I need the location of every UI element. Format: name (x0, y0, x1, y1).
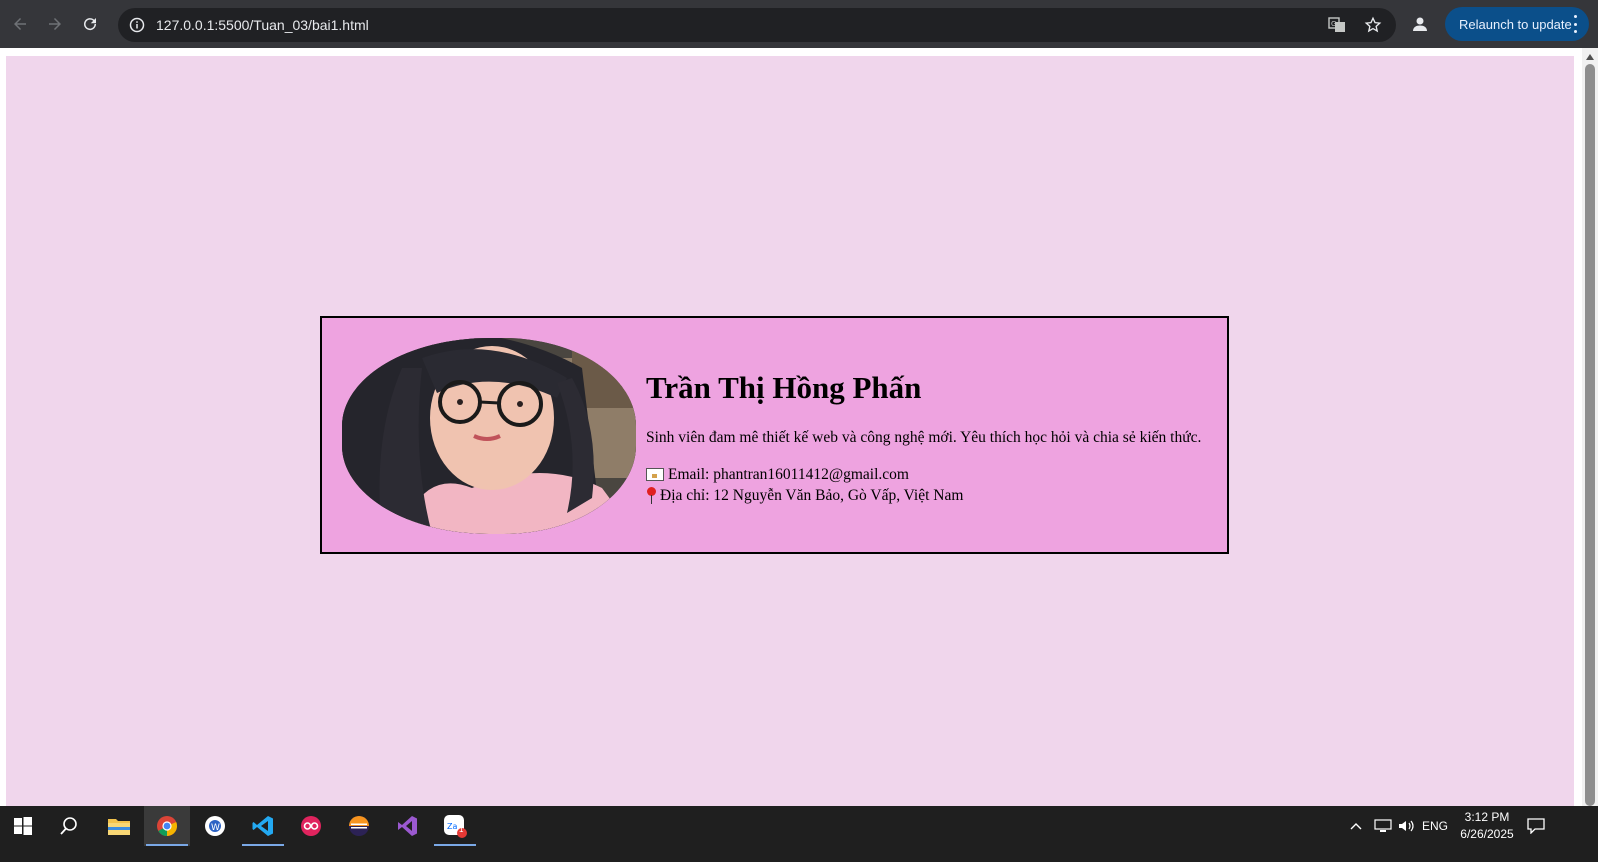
system-tray (1350, 806, 1362, 846)
app-w-icon: W (205, 816, 225, 836)
relaunch-label: Relaunch to update (1459, 16, 1572, 32)
search-button[interactable] (46, 806, 92, 846)
taskbar-file-explorer[interactable] (96, 806, 142, 846)
taskbar-app-w[interactable]: W (192, 806, 238, 846)
app-oo-icon (301, 816, 321, 836)
svg-text:G: G (1331, 20, 1336, 28)
chrome-icon (157, 816, 178, 837)
site-info-icon[interactable] (120, 8, 154, 42)
relaunch-button[interactable]: Relaunch to update (1445, 7, 1589, 41)
browser-toolbar: 127.0.0.1:5500/Tuan_03/bai1.html G Relau… (0, 0, 1598, 48)
profile-card: Trần Thị Hồng Phấn Sinh viên đam mê thiế… (320, 316, 1229, 554)
bookmark-star-icon[interactable] (1360, 12, 1386, 38)
notification-center-icon[interactable] (1527, 806, 1545, 846)
svg-text:Za: Za (447, 822, 457, 831)
reload-icon (84, 18, 97, 31)
scroll-up-arrow-icon[interactable] (1582, 50, 1598, 64)
zalo-badge: 1 (459, 825, 464, 834)
arrow-right-icon (49, 18, 61, 30)
reload-button[interactable] (78, 12, 102, 36)
taskbar-vscode[interactable] (240, 806, 286, 846)
taskbar-zalo[interactable]: Za 1 (432, 806, 478, 846)
language-indicator[interactable]: ENG (1422, 806, 1448, 846)
profile-info: Trần Thị Hồng Phấn Sinh viên đam mê thiế… (646, 368, 1216, 506)
taskbar-visual-studio[interactable] (384, 806, 430, 846)
address-line: Địa chỉ: 12 Nguyễn Văn Bảo, Gò Vấp, Việt… (646, 485, 1216, 506)
folder-icon (108, 819, 130, 835)
taskbar-clock[interactable]: 3:12 PM 6/26/2025 (1452, 809, 1522, 843)
taskbar-eclipse[interactable] (336, 806, 382, 846)
back-button[interactable] (8, 12, 32, 36)
windows-logo-icon (14, 817, 32, 835)
svg-text:W: W (211, 823, 220, 833)
chevron-up-icon[interactable] (1350, 822, 1362, 830)
language-text: ENG (1422, 819, 1449, 833)
vscode-icon (252, 816, 273, 836)
url-text[interactable]: 127.0.0.1:5500/Tuan_03/bai1.html (156, 17, 369, 33)
scrollbar-thumb[interactable] (1585, 64, 1595, 806)
forward-button[interactable] (43, 12, 67, 36)
profile-bio: Sinh viên đam mê thiết kế web và công ng… (646, 429, 1202, 446)
network-icon[interactable] (1374, 806, 1392, 846)
address-bar[interactable]: 127.0.0.1:5500/Tuan_03/bai1.html G (118, 8, 1396, 42)
more-menu-icon[interactable] (1573, 15, 1577, 33)
profile-name: Trần Thị Hồng Phấn (646, 370, 922, 405)
taskbar-chrome[interactable] (144, 806, 190, 846)
profile-photo (342, 338, 636, 534)
profile-avatar-icon[interactable] (1408, 12, 1432, 36)
eclipse-icon (349, 816, 369, 836)
start-button[interactable] (0, 806, 46, 846)
email-text: Email: phantran16011412@gmail.com (668, 466, 909, 483)
windows-taskbar: W Za 1 ENG 3:12 PM 6/26/2025 (0, 806, 1598, 862)
address-text: Địa chỉ: 12 Nguyễn Văn Bảo, Gò Vấp, Việt… (660, 487, 964, 504)
translate-icon[interactable]: G (1324, 12, 1350, 38)
email-line: Email: phantran16011412@gmail.com (646, 464, 1216, 485)
map-pin-icon (646, 486, 656, 505)
vertical-scrollbar[interactable] (1582, 48, 1598, 822)
search-icon (60, 817, 77, 835)
envelope-icon (646, 468, 664, 481)
clock-time: 3:12 PM (1464, 810, 1510, 824)
clock-date: 6/26/2025 (1460, 827, 1514, 841)
visual-studio-icon (398, 816, 417, 836)
contact-block: Email: phantran16011412@gmail.com Địa ch… (646, 464, 1216, 506)
arrow-left-icon (14, 18, 26, 30)
taskbar-app-oo[interactable] (288, 806, 334, 846)
volume-icon[interactable] (1398, 806, 1416, 846)
